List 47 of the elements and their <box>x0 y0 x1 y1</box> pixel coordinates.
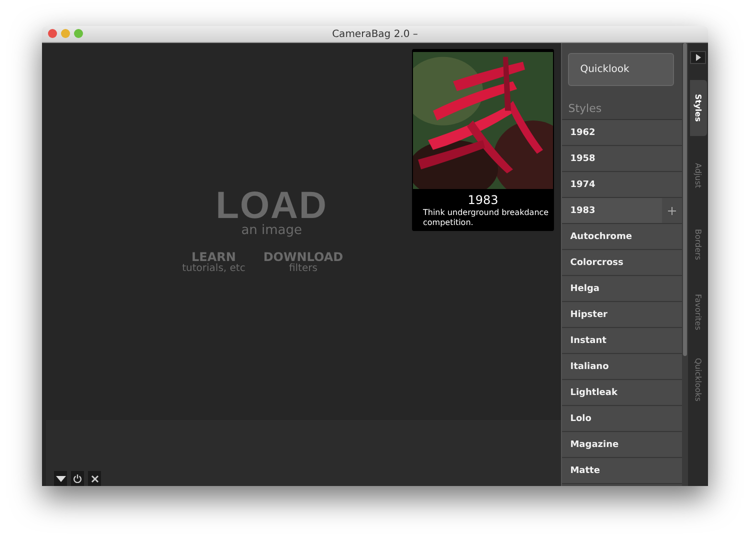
load-subtitle: an image <box>241 225 302 237</box>
preview-title: 1983 <box>468 193 498 208</box>
power-icon <box>73 474 82 483</box>
sidebar-tab[interactable]: Styles <box>690 80 706 136</box>
window-title: CameraBag 2.0 – <box>332 28 418 40</box>
style-item[interactable]: Matte <box>562 458 682 484</box>
style-label: Lightleak <box>570 388 618 398</box>
style-item[interactable]: Autochrome <box>562 224 682 250</box>
style-label: Matte <box>570 466 600 476</box>
link-subtitle: tutorials, etc <box>182 264 246 274</box>
style-item[interactable]: 1983 <box>562 198 682 224</box>
style-label: Autochrome <box>570 232 632 242</box>
style-label: Instant <box>570 336 606 346</box>
style-label: 1962 <box>570 128 596 138</box>
add-button[interactable] <box>662 198 682 223</box>
style-item[interactable]: Lightleak <box>562 380 682 406</box>
caret-icon <box>56 476 66 482</box>
style-item[interactable]: Instant <box>562 328 682 354</box>
expand-button[interactable] <box>690 51 706 64</box>
style-label: Italiano <box>570 362 609 372</box>
style-label: Magazine <box>570 440 619 450</box>
plus-icon <box>668 206 676 214</box>
power-button[interactable] <box>71 471 84 486</box>
style-label: Hipster <box>570 310 608 320</box>
style-item[interactable]: Magazine <box>562 432 682 458</box>
style-label: 1983 <box>570 206 596 216</box>
style-label: Lolo <box>570 414 592 424</box>
scrollbar-thumb[interactable] <box>683 43 688 356</box>
style-label: 1974 <box>570 180 596 190</box>
style-item[interactable]: Italiano <box>562 354 682 380</box>
style-item[interactable]: 1958 <box>562 146 682 172</box>
preview-description: Think underground breakdance competition. <box>422 208 549 228</box>
style-item[interactable]: 1974 <box>562 172 682 198</box>
style-item[interactable]: Hipster <box>562 302 682 328</box>
close-icon <box>90 474 98 482</box>
close-button[interactable] <box>88 471 101 486</box>
dropdown-button[interactable] <box>54 471 67 486</box>
style-item[interactable]: Lolo <box>562 406 682 432</box>
link-subtitle: filters <box>288 264 318 274</box>
quicklook-button[interactable]: Quicklook <box>568 53 674 86</box>
style-item[interactable]: Colorcross <box>562 250 682 276</box>
style-label: 1958 <box>570 154 596 164</box>
style-label: Helga <box>570 284 600 294</box>
style-item[interactable]: Helga <box>562 276 682 302</box>
play-icon <box>696 54 700 61</box>
style-label: Colorcross <box>570 258 624 268</box>
style-item[interactable]: 1962 <box>562 120 682 146</box>
